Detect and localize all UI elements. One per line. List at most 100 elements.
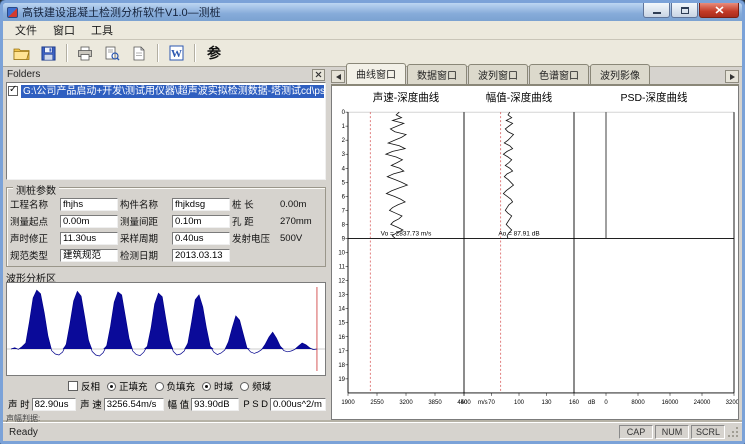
svg-text:8000: 8000 [631,400,645,406]
tab-scroll-left-button[interactable] [331,70,345,83]
field-label: 构件名称 [120,197,170,211]
freq-domain-radio[interactable]: 频域 [240,379,271,393]
window-title: 高铁建设混凝土检测分析软件V1.0—测桩 [22,4,221,20]
maximize-button[interactable] [671,3,698,18]
sound-time-label: 声 时 [8,397,30,411]
minimize-button[interactable] [643,3,670,18]
svg-text:W: W [171,48,182,60]
amplitude-field[interactable]: 93.90dB [191,398,239,411]
field-label: 采样周期 [120,231,170,245]
waveform-display [6,282,326,376]
close-icon [315,71,322,78]
tree-item-checkbox[interactable] [8,86,18,96]
depth-curves-chart: 012345678910111213141516171819声速-深度曲线190… [332,86,738,419]
svg-text:13: 13 [338,293,345,299]
print-button[interactable] [73,42,97,64]
svg-text:16000: 16000 [662,400,679,406]
invert-checkbox[interactable]: 反相 [68,379,100,393]
tree-item[interactable]: G:\公司产品启动+开发\测试用仪器\超声波实拟检测数据-塔测试cd\ps03\… [8,84,324,98]
hole-spacing-value: 270mm [280,216,322,227]
param-toolbar-button[interactable]: 参 [201,42,227,64]
svg-text:m/s: m/s [478,400,488,406]
print-preview-button[interactable] [100,42,124,64]
tab-curve-window[interactable]: 曲线窗口 [346,63,406,84]
svg-text:160: 160 [569,400,580,406]
pile-length-value: 0.00m [280,199,322,210]
component-name-field[interactable]: fhjkdsg [172,198,230,211]
caps-lock-indicator: CAP [619,425,653,439]
radio-icon [155,382,164,391]
field-label: 检测日期 [120,248,170,262]
tabstrip: 曲线窗口 数据窗口 波列窗口 色谱窗口 波列影像 [331,67,739,85]
svg-text:7: 7 [342,208,346,214]
page-preview-button[interactable] [127,42,151,64]
left-panel: Folders G:\公司产品启动+开发\测试用仪器\超声波实拟检测数据-塔测试… [3,67,329,422]
open-folder-icon [13,46,30,61]
amplitude-label: 幅 值 [168,397,190,411]
negative-fill-radio[interactable]: 负填充 [155,379,196,393]
right-panel: 曲线窗口 数据窗口 波列窗口 色谱窗口 波列影像 012345678910111… [329,67,742,422]
save-icon [41,46,56,61]
close-button[interactable] [699,3,739,18]
tree-item-label: G:\公司产品启动+开发\测试用仪器\超声波实拟检测数据-塔测试cd\ps03\… [21,85,324,98]
menu-tools[interactable]: 工具 [83,21,121,39]
svg-text:32000: 32000 [726,400,738,406]
standard-type-field[interactable]: 建筑规范 [60,249,118,262]
measure-interval-field[interactable]: 0.10m [172,215,230,228]
svg-text:Vo = 2837.73 m/s: Vo = 2837.73 m/s [381,230,432,237]
sound-time-field[interactable]: 82.90us [32,398,76,411]
tab-spectrum-window[interactable]: 色谱窗口 [529,64,589,84]
sample-period-field[interactable]: 0.40us [172,232,230,245]
arrow-left-icon [336,74,341,80]
save-button[interactable] [36,42,60,64]
svg-text:6: 6 [342,194,346,200]
radio-icon [202,382,211,391]
svg-text:2550: 2550 [370,400,384,406]
negative-fill-label: 负填充 [167,379,196,393]
tab-data-window[interactable]: 数据窗口 [407,64,467,84]
svg-text:8: 8 [342,222,346,228]
freq-domain-label: 频域 [252,379,271,393]
svg-text:2: 2 [342,138,346,144]
svg-text:1: 1 [342,124,346,130]
tab-scroll-right-button[interactable] [725,70,739,83]
tab-wavetrain-window[interactable]: 波列窗口 [468,64,528,84]
menu-window[interactable]: 窗口 [45,21,83,39]
close-icon [715,6,724,14]
status-text: Ready [5,427,617,438]
svg-text:3: 3 [342,152,346,158]
open-button[interactable] [9,42,33,64]
field-label: 桩 长 [232,197,278,211]
grip-icon [727,425,740,439]
time-correction-field[interactable]: 11.30us [60,232,118,245]
svg-text:11: 11 [339,265,346,271]
menu-file[interactable]: 文件 [7,21,45,39]
criteria-footnote: 声幅判据: [6,413,326,422]
positive-fill-label: 正填充 [119,379,148,393]
word-icon: W [169,45,184,61]
toolbar-separator [66,44,67,62]
test-date-field[interactable]: 2013.03.13 [172,249,230,262]
time-domain-radio[interactable]: 时域 [202,379,233,393]
arrow-right-icon [730,74,735,80]
titlebar[interactable]: 高铁建设混凝土检测分析软件V1.0—测桩 [3,3,742,21]
resize-grip[interactable] [727,425,740,439]
folders-header: Folders [6,68,326,81]
tab-wavetrain-image[interactable]: 波列影像 [590,64,650,84]
svg-text:18: 18 [338,363,345,369]
minimize-icon [653,12,661,14]
pile-params-group: 测桩参数 工程名称 fhjhs 构件名称 fhjkdsg 桩 长 0.00m 测… [6,187,326,267]
measure-start-field[interactable]: 0.00m [60,215,118,228]
radio-icon [240,382,249,391]
positive-fill-radio[interactable]: 正填充 [107,379,148,393]
svg-text:40: 40 [461,400,468,406]
sound-speed-field[interactable]: 3256.54m/s [104,398,164,411]
psd-field[interactable]: 0.00us^2/m [270,398,326,411]
word-export-button[interactable]: W [164,42,188,64]
folders-close-button[interactable] [312,69,325,81]
svg-text:dB: dB [588,400,595,406]
svg-text:70: 70 [488,400,495,406]
project-name-field[interactable]: fhjhs [60,198,118,211]
toolbar-separator [194,44,195,62]
toolbar-separator [157,44,158,62]
